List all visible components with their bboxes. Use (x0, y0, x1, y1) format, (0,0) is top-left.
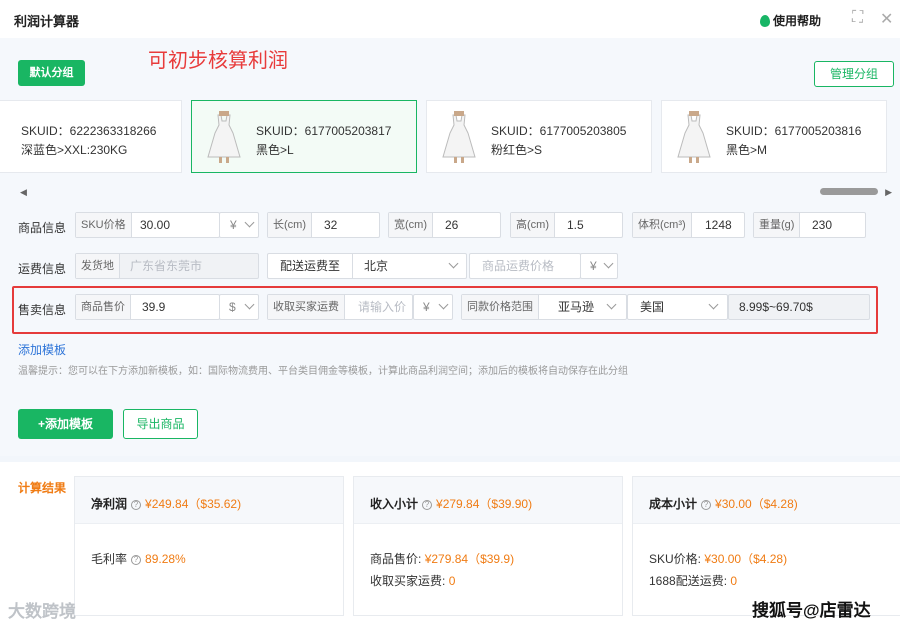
sku-card-1[interactable]: SKUID：6222363318266 深蓝色>XXL:230KG (0, 100, 182, 173)
watermark-right: 搜狐号@店雷达 (752, 601, 871, 620)
help-icon[interactable]: ? (131, 555, 142, 565)
cost-card: 成本小计? ¥30.00（$4.28) SKU价格: ¥30.00（$4.28) … (632, 476, 900, 616)
income-line2-label: 收取买家运费: (370, 574, 446, 588)
margin-label: 毛利率 (91, 552, 128, 566)
currency-symbol: ¥ (590, 259, 597, 273)
dress-thumbnail (207, 111, 241, 163)
scroll-thumb[interactable] (820, 188, 878, 195)
destination-value: 北京 (364, 259, 389, 273)
height-value: 1.5 (567, 218, 584, 232)
add-template-link[interactable]: 添加模板 (18, 341, 66, 358)
sku-price-field[interactable]: SKU价格 30.00 (75, 212, 220, 238)
cost-value: ¥30.00（$4.28) (715, 497, 798, 511)
sku-variant: 深蓝色>XXL:230KG (21, 143, 128, 157)
sku-price-prefix: SKU价格 (76, 213, 132, 237)
income-line2-value: 0 (448, 574, 456, 588)
results-title: 计算结果 (18, 481, 67, 495)
income-value: ¥279.84（$39.90) (436, 497, 533, 511)
help-icon[interactable]: ? (701, 500, 712, 510)
highlight-box (12, 286, 878, 334)
default-group-button[interactable]: 默认分组 (18, 60, 85, 86)
manage-group-button[interactable]: 管理分组 (814, 61, 894, 87)
sku-currency-select[interactable]: ¥ (219, 212, 259, 238)
income-line1-label: 商品售价: (370, 552, 422, 566)
width-field[interactable]: 宽(cm) 26 (388, 212, 501, 238)
sku-card-4[interactable]: SKUID：6177005203816 黑色>M (661, 100, 887, 173)
cost-line1-value: ¥30.00（$4.28) (704, 552, 788, 566)
help-label: 使用帮助 (773, 14, 822, 28)
app-title: 利润计算器 (14, 14, 80, 29)
close-icon[interactable]: ✕ (880, 9, 893, 29)
sku-scrollbar[interactable]: ◀ ▶ (20, 187, 892, 198)
length-value: 32 (324, 218, 338, 232)
profit-label: 净利润 (91, 497, 128, 511)
shipping-fee-placeholder: 商品运费价格 (482, 259, 555, 273)
destination-select[interactable]: 配送运费至 北京 (267, 253, 467, 279)
margin-value: 89.28% (145, 552, 186, 566)
watermark-left: 大数跨境 (8, 602, 76, 621)
chevron-down-icon (603, 258, 614, 269)
scroll-right-icon[interactable]: ▶ (885, 187, 892, 198)
sku-card-2[interactable]: SKUID：6177005203817 黑色>L (191, 100, 417, 173)
help-icon[interactable]: ? (422, 500, 433, 510)
help-icon[interactable]: ? (131, 500, 142, 510)
cost-line2-label: 1688配送运费: (649, 574, 728, 588)
height-prefix: 高(cm) (511, 213, 555, 237)
location-pin-icon (760, 14, 770, 27)
sku-id: SKUID：6177005203816 (726, 124, 862, 138)
help-link[interactable]: 使用帮助 (760, 12, 821, 29)
income-card: 收入小计? ¥279.84（$39.90) 商品售价: ¥279.84（$39.9… (353, 476, 623, 616)
length-prefix: 长(cm) (268, 213, 312, 237)
volume-prefix: 体积(cm³) (633, 213, 692, 237)
sku-id: SKUID：6177005203817 (256, 124, 392, 138)
volume-field[interactable]: 体积(cm³) 1248 (632, 212, 745, 238)
sku-id: SKUID：6222363318266 (21, 124, 157, 138)
export-button[interactable]: 导出商品 (123, 409, 198, 439)
shipping-fee-input[interactable]: 商品运费价格 (469, 253, 581, 279)
sku-variant: 黑色>M (726, 143, 768, 157)
scroll-left-icon[interactable]: ◀ (20, 187, 27, 198)
volume-value: 1248 (705, 218, 732, 232)
profit-value: ¥249.84（$35.62) (145, 497, 242, 511)
cost-label: 成本小计 (649, 497, 698, 511)
shipping-currency-select[interactable]: ¥ (580, 253, 618, 279)
weight-field[interactable]: 重量(g) 230 (753, 212, 866, 238)
length-field[interactable]: 长(cm) 32 (267, 212, 380, 238)
product-info-label: 商品信息 (18, 221, 67, 235)
origin-prefix: 发货地 (76, 254, 120, 278)
width-prefix: 宽(cm) (389, 213, 433, 237)
income-label: 收入小计 (370, 497, 419, 511)
width-value: 26 (445, 218, 459, 232)
destination-label: 配送运费至 (280, 259, 341, 273)
dress-thumbnail (442, 111, 476, 163)
sku-id: SKUID：6177005203805 (491, 124, 627, 138)
shipping-info-label: 运费信息 (18, 262, 67, 276)
origin-field: 发货地 广东省东莞市 (75, 253, 259, 279)
cost-line2-value: 0 (730, 574, 738, 588)
profit-card: 净利润? ¥249.84（$35.62) 毛利率? 89.28% (74, 476, 344, 616)
sku-variant: 黑色>L (256, 143, 294, 157)
sku-price-value: 30.00 (140, 218, 171, 232)
annotation-text: 可初步核算利润 (148, 48, 288, 72)
dress-thumbnail (677, 111, 711, 163)
tip-text: 温馨提示：您可以在下方添加新模板，如：国际物流费用、平台类目佣金等模板，计算此商… (18, 366, 628, 377)
sku-variant: 粉红色>S (491, 143, 543, 157)
add-template-button[interactable]: +添加模板 (18, 409, 113, 439)
title-bar: 利润计算器 使用帮助 ⛶ ✕ (0, 0, 900, 38)
maximize-icon[interactable]: ⛶ (852, 9, 863, 27)
sku-card-3[interactable]: SKUID：6177005203805 粉红色>S (426, 100, 652, 173)
chevron-down-icon (448, 258, 459, 269)
height-field[interactable]: 高(cm) 1.5 (510, 212, 623, 238)
weight-value: 230 (812, 218, 833, 232)
cost-line1-label: SKU价格: (649, 552, 702, 566)
currency-symbol: ¥ (230, 218, 237, 232)
chevron-down-icon (244, 217, 255, 228)
income-line1-value: ¥279.84（$39.9) (424, 552, 515, 566)
weight-prefix: 重量(g) (754, 213, 801, 237)
origin-placeholder: 广东省东莞市 (130, 259, 203, 273)
